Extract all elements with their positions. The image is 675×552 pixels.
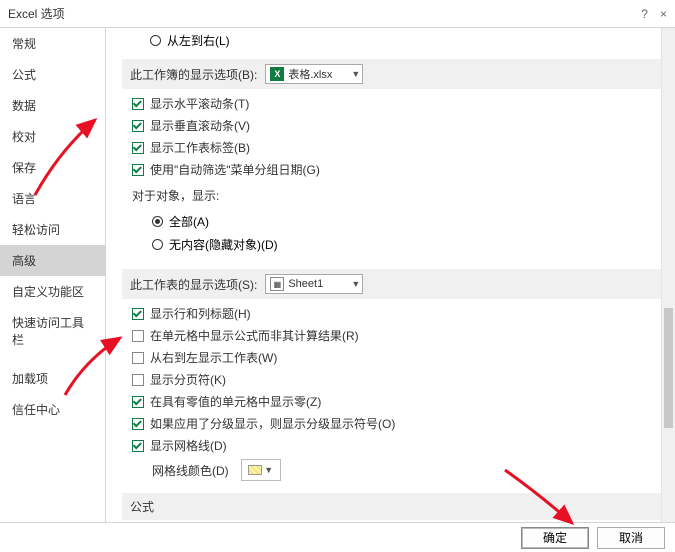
checkbox-icon: [132, 120, 144, 132]
gridline-color-button[interactable]: ▼: [241, 459, 281, 481]
sheet-icon: ▦: [270, 277, 284, 291]
sidebar-item-quick-access[interactable]: 快速访问工具栏: [0, 307, 105, 355]
worksheet-options: 显示行和列标题(H) 在单元格中显示公式而非其计算结果(R) 从右到左显示工作表…: [122, 299, 661, 487]
sidebar-item-general[interactable]: 常规: [0, 28, 105, 59]
titlebar: Excel 选项 ? ×: [0, 0, 675, 28]
workbook-section-header: 此工作簿的显示选项(B): X 表格.xlsx ▼: [122, 59, 661, 89]
sidebar-item-formulas[interactable]: 公式: [0, 59, 105, 90]
dialog-footer: 确定 取消: [0, 522, 675, 552]
scroll-thumb[interactable]: [664, 308, 673, 428]
opt-rtl-sheet[interactable]: 从右到左显示工作表(W): [132, 349, 661, 366]
checkbox-icon: [132, 330, 144, 342]
opt-autofilter-group-dates[interactable]: 使用"自动筛选"菜单分组日期(G): [132, 161, 661, 178]
sidebar-item-trust-center[interactable]: 信任中心: [0, 394, 105, 425]
opt-show-zero[interactable]: 在具有零值的单元格中显示零(Z): [132, 393, 661, 410]
checkbox-icon: [132, 308, 144, 320]
formula-options: 启用多线程计算(U) 计算线程数 使用此计算机上的所有处理器(P): 8 手动重…: [122, 520, 661, 522]
worksheet-dropdown-label: Sheet1: [288, 278, 347, 290]
sidebar-item-accessibility[interactable]: 轻松访问: [0, 214, 105, 245]
sidebar-item-save[interactable]: 保存: [0, 152, 105, 183]
opt-outline-symbols[interactable]: 如果应用了分级显示，则显示分级显示符号(O): [132, 415, 661, 432]
checkbox-icon: [132, 98, 144, 110]
objects-label: 对于对象，显示:: [132, 183, 661, 204]
opt-vscrollbar[interactable]: 显示垂直滚动条(V): [132, 117, 661, 134]
dialog-body: 常规 公式 数据 校对 保存 语言 轻松访问 高级 自定义功能区 快速访问工具栏…: [0, 28, 675, 522]
sidebar-item-customize-ribbon[interactable]: 自定义功能区: [0, 276, 105, 307]
chevron-down-icon: ▼: [351, 279, 360, 289]
opt-show-formulas[interactable]: 在单元格中显示公式而非其计算结果(R): [132, 327, 661, 344]
opt-gridlines[interactable]: 显示网格线(D): [132, 437, 661, 454]
radio-icon: [152, 239, 163, 250]
workbook-options: 显示水平滚动条(T) 显示垂直滚动条(V) 显示工作表标签(B) 使用"自动筛选…: [122, 89, 661, 263]
color-swatch-icon: [248, 465, 262, 475]
checkbox-icon: [132, 164, 144, 176]
sidebar-item-advanced[interactable]: 高级: [0, 245, 105, 276]
vertical-scrollbar[interactable]: [661, 28, 675, 522]
checkbox-icon: [132, 142, 144, 154]
sidebar-item-proofing[interactable]: 校对: [0, 121, 105, 152]
chevron-down-icon: ▼: [264, 465, 273, 475]
truncated-label: 从左到右(L): [167, 32, 230, 49]
truncated-radio-row: 从左到右(L): [122, 28, 661, 53]
workbook-header-label: 此工作簿的显示选项(B):: [130, 66, 257, 83]
workbook-dropdown[interactable]: X 表格.xlsx ▼: [265, 64, 363, 84]
radio-show-all[interactable]: 全部(A): [152, 213, 661, 230]
worksheet-header-label: 此工作表的显示选项(S):: [130, 276, 257, 293]
opt-page-breaks[interactable]: 显示分页符(K): [132, 371, 661, 388]
sidebar-item-addins[interactable]: 加载项: [0, 363, 105, 394]
dialog-title: Excel 选项: [8, 5, 65, 22]
window-controls: ? ×: [641, 7, 667, 21]
checkbox-icon: [132, 352, 144, 364]
radio-hide-objects[interactable]: 无内容(隐藏对象)(D): [152, 236, 661, 253]
formula-section-header: 公式: [122, 493, 661, 520]
radio-icon[interactable]: [150, 35, 161, 46]
opt-headers[interactable]: 显示行和列标题(H): [132, 305, 661, 322]
workbook-dropdown-label: 表格.xlsx: [288, 66, 347, 82]
worksheet-section-header: 此工作表的显示选项(S): ▦ Sheet1 ▼: [122, 269, 661, 299]
sidebar-item-language[interactable]: 语言: [0, 183, 105, 214]
checkbox-icon: [132, 396, 144, 408]
sidebar-item-data[interactable]: 数据: [0, 90, 105, 121]
gridline-color-label: 网格线颜色(D): [152, 462, 229, 479]
opt-sheet-tabs[interactable]: 显示工作表标签(B): [132, 139, 661, 156]
checkbox-icon: [132, 374, 144, 386]
checkbox-icon: [132, 440, 144, 452]
worksheet-dropdown[interactable]: ▦ Sheet1 ▼: [265, 274, 363, 294]
cancel-button[interactable]: 取消: [597, 527, 665, 549]
checkbox-icon: [132, 418, 144, 430]
opt-hscrollbar[interactable]: 显示水平滚动条(T): [132, 95, 661, 112]
help-button[interactable]: ?: [641, 7, 648, 21]
excel-icon: X: [270, 67, 284, 81]
chevron-down-icon: ▼: [351, 69, 360, 79]
content-pane: 从左到右(L) 此工作簿的显示选项(B): X 表格.xlsx ▼ 显示水平滚动…: [106, 28, 675, 522]
radio-icon: [152, 216, 163, 227]
gridline-color-row: 网格线颜色(D) ▼: [132, 459, 661, 481]
objects-radio-group: 全部(A) 无内容(隐藏对象)(D): [132, 209, 661, 257]
sidebar: 常规 公式 数据 校对 保存 语言 轻松访问 高级 自定义功能区 快速访问工具栏…: [0, 28, 106, 522]
close-button[interactable]: ×: [660, 7, 667, 21]
formula-header-label: 公式: [130, 498, 154, 515]
ok-button[interactable]: 确定: [521, 527, 589, 549]
